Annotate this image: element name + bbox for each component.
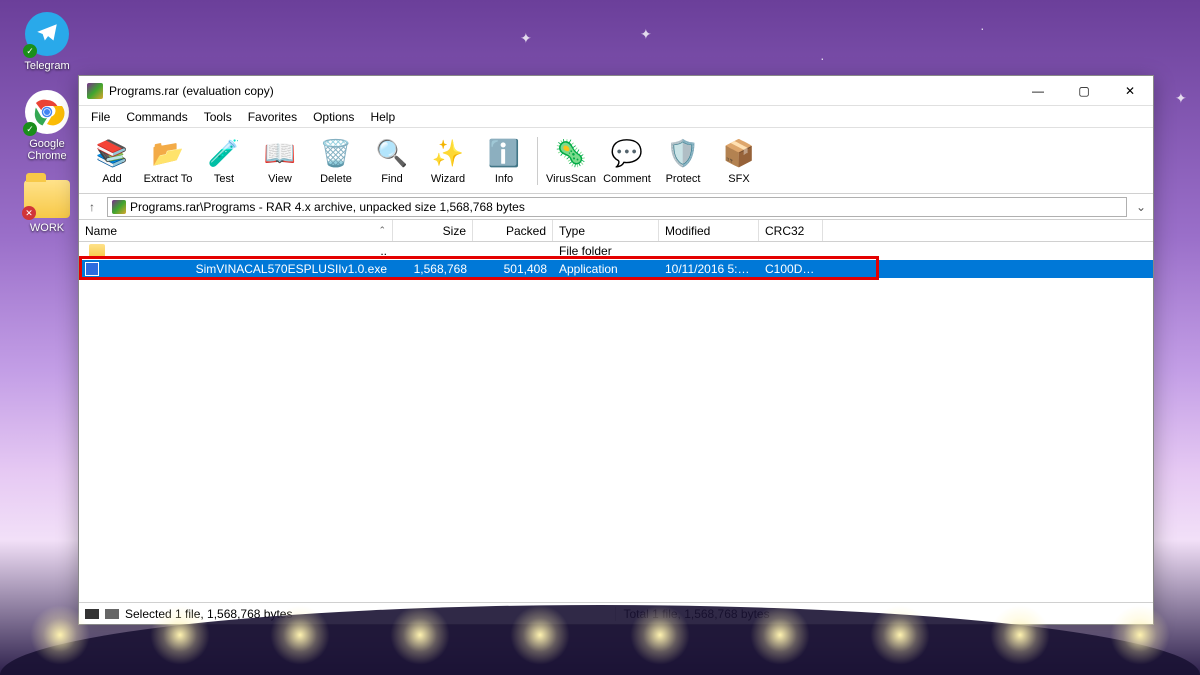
test-icon: 🧪 [207, 137, 241, 171]
file-crc: C100D0FA [759, 262, 823, 276]
add-icon: 📚 [95, 137, 129, 171]
titlebar[interactable]: Programs.rar (evaluation copy) — ▢ ✕ [79, 76, 1153, 106]
column-headers: Name⌃ Size Packed Type Modified CRC32 [79, 220, 1153, 242]
maximize-button[interactable]: ▢ [1061, 76, 1107, 106]
toolbar-label: Add [102, 173, 122, 185]
toolbar-view-button[interactable]: 📖 View [253, 131, 307, 191]
sync-ok-badge-icon: ✓ [23, 122, 37, 136]
header-modified[interactable]: Modified [659, 220, 759, 241]
toolbar-comment-button[interactable]: 💬 Comment [600, 131, 654, 191]
toolbar-extract-button[interactable]: 📂 Extract To [141, 131, 195, 191]
chrome-icon: ✓ [25, 90, 69, 134]
toolbar-label: Comment [603, 173, 651, 185]
toolbar-label: VirusScan [546, 173, 596, 185]
folder-icon: ✕ [24, 180, 70, 218]
comment-icon: 💬 [610, 137, 644, 171]
sort-indicator-icon: ⌃ [378, 225, 386, 236]
up-one-level-button[interactable]: ↑ [83, 200, 101, 214]
menu-options[interactable]: Options [305, 108, 362, 126]
winrar-window: Programs.rar (evaluation copy) — ▢ ✕ Fil… [78, 75, 1154, 625]
menu-tools[interactable]: Tools [196, 108, 240, 126]
menu-help[interactable]: Help [362, 108, 403, 126]
status-bar: Selected 1 file, 1,568,768 bytes Total 1… [79, 602, 1153, 624]
wizard-icon: ✨ [431, 137, 465, 171]
menu-commands[interactable]: Commands [118, 108, 195, 126]
delete-icon: 🗑️ [319, 137, 353, 171]
header-packed[interactable]: Packed [473, 220, 553, 241]
virus-icon: 🦠 [554, 137, 588, 171]
sfx-icon: 📦 [722, 137, 756, 171]
header-name[interactable]: Name⌃ [79, 220, 393, 241]
toolbar-label: Extract To [144, 173, 193, 185]
toolbar-virusscan-button[interactable]: 🦠 VirusScan [544, 131, 598, 191]
status-total-text: Total 1 file, 1,568,768 bytes [624, 607, 770, 621]
toolbar-label: Info [495, 173, 513, 185]
desktop-icon-chrome[interactable]: ✓ Google Chrome [12, 90, 82, 162]
status-selected-text: Selected 1 file, 1,568,768 bytes [125, 607, 292, 621]
find-icon: 🔍 [375, 137, 409, 171]
header-crc32[interactable]: CRC32 [759, 220, 823, 241]
info-icon: ℹ️ [487, 137, 521, 171]
toolbar-protect-button[interactable]: 🛡️ Protect [656, 131, 710, 191]
toolbar-test-button[interactable]: 🧪 Test [197, 131, 251, 191]
sync-error-badge-icon: ✕ [22, 206, 36, 220]
toolbar-label: SFX [728, 173, 749, 185]
desktop-icon-work-folder[interactable]: ✕ WORK [12, 180, 82, 234]
header-size[interactable]: Size [393, 220, 473, 241]
file-row[interactable]: SimVINACAL570ESPLUSIIv1.0.exe 1,568,768 … [79, 260, 1153, 278]
protect-icon: 🛡️ [666, 137, 700, 171]
toolbar-label: Test [214, 173, 234, 185]
toolbar-label: Delete [320, 173, 352, 185]
menu-favorites[interactable]: Favorites [240, 108, 305, 126]
address-bar: ↑ Programs.rar\Programs - RAR 4.x archiv… [79, 194, 1153, 220]
desktop-icons-column: ✓ Telegram ✓ Google Chrome ✕ WORK [12, 12, 82, 252]
status-icon [85, 609, 99, 619]
desktop-icon-label: WORK [30, 222, 64, 234]
parent-folder-row[interactable]: .. File folder [79, 242, 1153, 260]
toolbar-delete-button[interactable]: 🗑️ Delete [309, 131, 363, 191]
file-type: File folder [553, 244, 659, 258]
menubar: File Commands Tools Favorites Options He… [79, 106, 1153, 128]
view-icon: 📖 [263, 137, 297, 171]
header-type[interactable]: Type [553, 220, 659, 241]
desktop-icon-label: Telegram [24, 60, 69, 72]
menu-file[interactable]: File [83, 108, 118, 126]
archive-icon [112, 200, 126, 214]
extract-icon: 📂 [151, 137, 185, 171]
sync-ok-badge-icon: ✓ [23, 44, 37, 58]
toolbar-wizard-button[interactable]: ✨ Wizard [421, 131, 475, 191]
desktop-icon-telegram[interactable]: ✓ Telegram [12, 12, 82, 72]
close-button[interactable]: ✕ [1107, 76, 1153, 106]
file-modified: 10/11/2016 5:1... [659, 262, 759, 276]
path-dropdown-button[interactable]: ⌄ [1133, 200, 1149, 214]
toolbar-info-button[interactable]: ℹ️ Info [477, 131, 531, 191]
toolbar-sfx-button[interactable]: 📦 SFX [712, 131, 766, 191]
toolbar: 📚 Add 📂 Extract To 🧪 Test 📖 View 🗑️ Delete 🔍 F… [79, 128, 1153, 194]
toolbar-label: Find [381, 173, 402, 185]
telegram-icon: ✓ [25, 12, 69, 56]
toolbar-label: View [268, 173, 292, 185]
file-list[interactable]: .. File folder SimVINACAL570ESPLUSIIv1.0… [79, 242, 1153, 602]
minimize-button[interactable]: — [1015, 76, 1061, 106]
window-title: Programs.rar (evaluation copy) [109, 84, 1015, 98]
toolbar-find-button[interactable]: 🔍 Find [365, 131, 419, 191]
file-name: .. [380, 244, 387, 258]
toolbar-label: Protect [666, 173, 701, 185]
file-type: Application [553, 262, 659, 276]
file-size: 1,568,768 [393, 262, 473, 276]
exe-icon [85, 262, 99, 276]
toolbar-separator [537, 137, 538, 185]
path-text: Programs.rar\Programs - RAR 4.x archive,… [130, 200, 525, 214]
file-name: SimVINACAL570ESPLUSIIv1.0.exe [196, 262, 387, 276]
toolbar-add-button[interactable]: 📚 Add [85, 131, 139, 191]
winrar-app-icon [87, 83, 103, 99]
toolbar-label: Wizard [431, 173, 465, 185]
path-field[interactable]: Programs.rar\Programs - RAR 4.x archive,… [107, 197, 1127, 217]
folder-up-icon [89, 244, 105, 258]
file-packed: 501,408 [473, 262, 553, 276]
desktop-icon-label: Google Chrome [12, 138, 82, 162]
status-icon [105, 609, 119, 619]
